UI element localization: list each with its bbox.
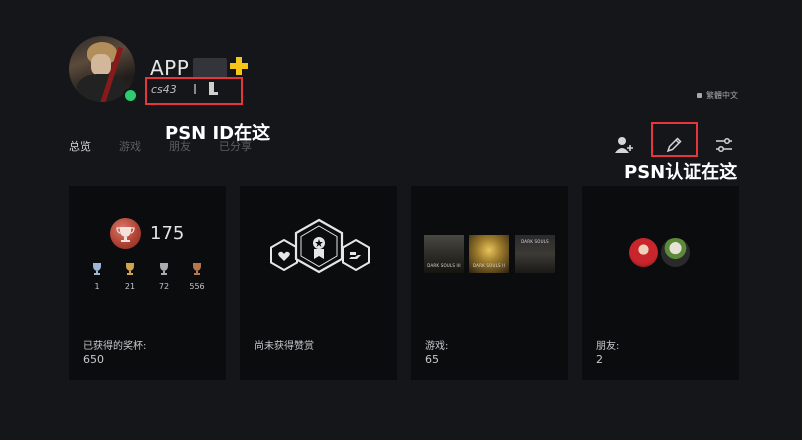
gold-trophy-icon	[126, 263, 134, 275]
friends-label: 朋友:	[596, 341, 620, 352]
game-title-dark-souls-2: DARK SOULS II	[472, 263, 506, 268]
bronze-count: 556	[189, 282, 205, 291]
settings-sliders-icon[interactable]	[713, 134, 735, 156]
tab-shared[interactable]: 已分享	[219, 138, 252, 154]
platinum-trophy-icon	[93, 263, 101, 275]
bronze-trophy-icon	[193, 263, 201, 275]
platinum-count: 1	[94, 282, 100, 291]
trophies-label: 已获得的奖杯:	[83, 341, 147, 352]
friend-avatar[interactable]	[661, 238, 690, 267]
friend-avatar[interactable]	[629, 238, 658, 267]
friends-card[interactable]: 朋友: 2	[582, 186, 739, 380]
trophy-level-icon	[110, 218, 141, 249]
gold-count: 21	[124, 282, 136, 291]
silver-trophy-icon	[160, 263, 168, 275]
game-thumbnail-dark-souls-2: DARK SOULS II	[469, 235, 509, 273]
games-label: 游戏:	[425, 341, 449, 352]
games-value: 65	[425, 353, 439, 366]
trophies-card[interactable]: 175 1 21 72 556 已获得的奖杯: 650	[69, 186, 226, 380]
game-title-dark-souls: DARK SOULS	[521, 239, 549, 244]
game-title-dark-souls-3: DARK SOULS III	[427, 263, 461, 268]
games-card[interactable]: DARK SOULS III DARK SOULS II DARK SOULS …	[411, 186, 568, 380]
game-thumbnail-dark-souls: DARK SOULS	[515, 235, 555, 273]
rewards-card[interactable]: 尚未获得赞赏	[240, 186, 397, 380]
tab-overview[interactable]: 总览	[69, 138, 91, 154]
verification-annotation: PSN认证在这	[624, 162, 738, 183]
trophies-value: 650	[83, 353, 104, 366]
rewards-label: 尚未获得赞赏	[254, 341, 314, 352]
trophy-level: 175	[150, 223, 185, 244]
verification-highlight-box	[651, 122, 698, 157]
friends-value: 2	[596, 353, 603, 366]
psn-id-highlight-box	[145, 77, 243, 105]
person-add-icon[interactable]	[612, 134, 634, 156]
rewards-badges-icon	[270, 218, 370, 274]
tab-friends[interactable]: 朋友	[169, 138, 191, 154]
silver-count: 72	[158, 282, 170, 291]
game-thumbnail-dark-souls-3: DARK SOULS III	[424, 235, 464, 273]
language-indicator[interactable]: 繁體中文	[697, 90, 738, 101]
username-redaction	[193, 58, 227, 78]
language-label: 繁體中文	[706, 91, 738, 100]
tab-games[interactable]: 游戏	[119, 138, 141, 154]
online-status-indicator	[123, 88, 138, 103]
lock-icon	[697, 93, 702, 98]
playstation-plus-icon	[230, 57, 248, 75]
